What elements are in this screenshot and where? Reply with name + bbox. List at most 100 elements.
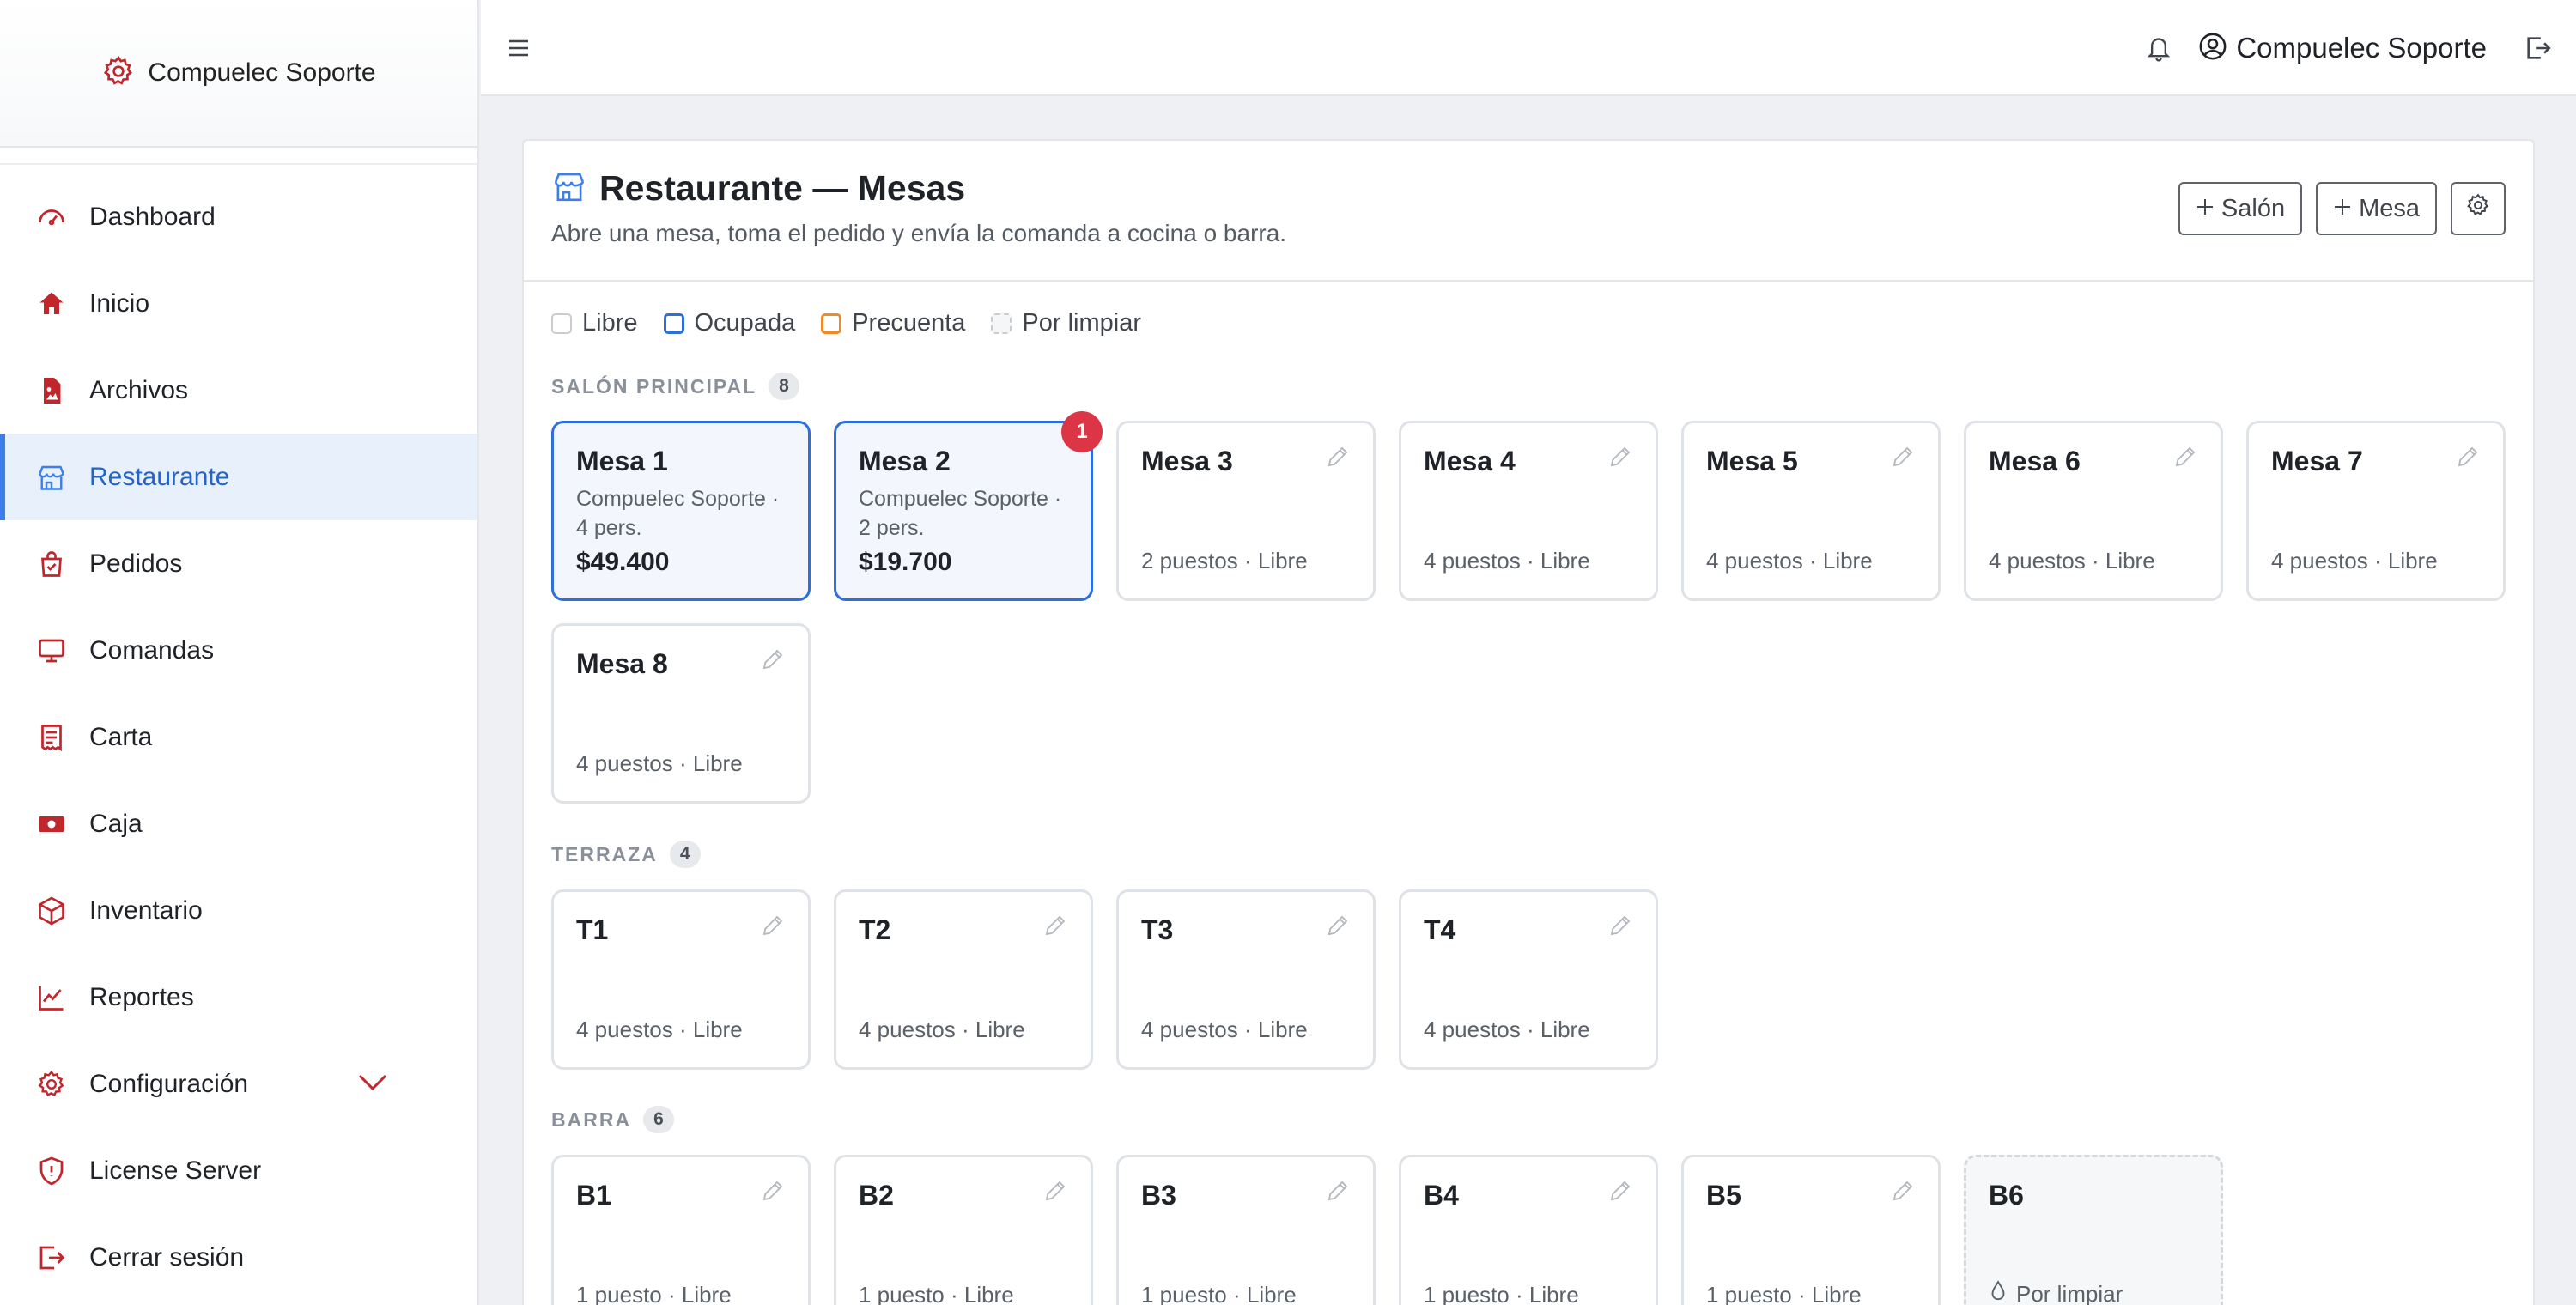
sidebar-item-label: Inicio <box>89 288 150 318</box>
section-count: 4 <box>669 841 701 868</box>
brand[interactable]: Compuelec Soporte <box>0 0 477 148</box>
chevron-down-icon[interactable] <box>357 1071 388 1096</box>
table-people: 4 pers. <box>576 516 642 540</box>
table-card-mesa-7[interactable]: Mesa 7 4 puestos · Libre <box>2246 421 2506 601</box>
table-name: Mesa 4 <box>1424 446 1516 476</box>
sidebar-item-label: Restaurante <box>89 462 230 491</box>
section-title: SALÓN PRINCIPAL <box>551 374 757 398</box>
table-info: 4 puestos · Libre <box>859 1017 1025 1042</box>
pencil-icon[interactable] <box>760 913 787 940</box>
table-card-t2[interactable]: T2 4 puestos · Libre <box>834 889 1093 1070</box>
topbar: Compuelec Soporte <box>481 0 2576 96</box>
pencil-icon[interactable] <box>1042 1178 1070 1205</box>
table-name: Mesa 3 <box>1141 446 1233 476</box>
table-card-b5[interactable]: B5 1 puesto · Libre <box>1681 1155 1941 1305</box>
add-mesa-button[interactable]: Mesa <box>2316 182 2437 235</box>
sidebar-item-caja[interactable]: Caja <box>0 780 477 867</box>
sidebar-nav: Dashboard Inicio Archivos Restaurante Pe… <box>0 173 477 1301</box>
table-card-b4[interactable]: B4 1 puesto · Libre <box>1399 1155 1658 1305</box>
pencil-icon[interactable] <box>1325 1178 1352 1205</box>
logout-icon[interactable] <box>2521 31 2555 65</box>
table-card-mesa-5[interactable]: Mesa 5 4 puestos · Libre <box>1681 421 1941 601</box>
tables-grid-salon-principal: Mesa 1 Compuelec Soporte · 4 pers. $49.4… <box>551 411 2506 804</box>
table-card-t4[interactable]: T4 4 puestos · Libre <box>1399 889 1658 1070</box>
menu-toggle-icon[interactable] <box>503 33 534 64</box>
table-info: 4 puestos · Libre <box>576 750 743 776</box>
table-customer: Compuelec Soporte · <box>859 487 1062 511</box>
status-legend: Libre Ocupada Precuenta Por limpiar <box>551 309 1141 337</box>
swatch-precuenta <box>821 313 842 334</box>
table-card-mesa-1[interactable]: Mesa 1 Compuelec Soporte · 4 pers. $49.4… <box>551 421 811 601</box>
sidebar-item-comandas[interactable]: Comandas <box>0 607 477 694</box>
table-info: 2 puestos · Libre <box>1141 548 1308 574</box>
pencil-icon[interactable] <box>1890 444 1917 471</box>
pencil-icon[interactable] <box>1607 444 1635 471</box>
swatch-libre <box>551 313 572 334</box>
sidebar-item-inicio[interactable]: Inicio <box>0 260 477 347</box>
pencil-icon[interactable] <box>760 646 787 674</box>
sidebar-item-inventario[interactable]: Inventario <box>0 867 477 954</box>
table-card-mesa-8[interactable]: Mesa 8 4 puestos · Libre <box>551 623 811 804</box>
table-card-mesa-4[interactable]: Mesa 4 4 puestos · Libre <box>1399 421 1658 601</box>
sidebar-item-pedidos[interactable]: Pedidos <box>0 520 477 607</box>
table-card-b3[interactable]: B3 1 puesto · Libre <box>1116 1155 1376 1305</box>
main-card: Restaurante — Mesas Abre una mesa, toma … <box>522 139 2535 1305</box>
sidebar-item-label: Configuración <box>89 1069 249 1098</box>
logout-icon <box>34 1241 69 1275</box>
pencil-icon[interactable] <box>1607 1178 1635 1205</box>
table-info: 4 puestos · Libre <box>1989 548 2155 574</box>
user-name: Compuelec Soporte <box>2236 32 2487 64</box>
section-header-barra: BARRA 6 <box>551 1106 674 1133</box>
legend-label: Libre <box>582 309 638 337</box>
sidebar-item-archivos[interactable]: Archivos <box>0 347 477 434</box>
table-card-mesa-2[interactable]: Mesa 2 Compuelec Soporte · 2 pers. $19.7… <box>834 411 1103 601</box>
table-card-b2[interactable]: B2 1 puesto · Libre <box>834 1155 1093 1305</box>
pencil-icon[interactable] <box>1042 913 1070 940</box>
bag-check-icon <box>34 547 69 581</box>
legend-label: Ocupada <box>694 309 796 337</box>
pencil-icon[interactable] <box>1890 1178 1917 1205</box>
sidebar-item-cerrar-sesion[interactable]: Cerrar sesión <box>0 1214 477 1301</box>
sidebar-item-configuracion[interactable]: Configuración <box>0 1041 477 1127</box>
sidebar-item-label: Caja <box>89 809 143 838</box>
pencil-icon[interactable] <box>760 1178 787 1205</box>
table-card-t1[interactable]: T1 4 puestos · Libre <box>551 889 811 1070</box>
gauge-icon <box>34 200 69 234</box>
legend-label: Por limpiar <box>1022 309 1141 337</box>
receipt-icon <box>34 720 69 755</box>
sidebar-item-reportes[interactable]: Reportes <box>0 954 477 1041</box>
user-menu[interactable]: Compuelec Soporte <box>2198 32 2487 65</box>
pencil-icon[interactable] <box>1325 913 1352 940</box>
user-circle-icon <box>2198 32 2227 65</box>
section-header-terraza: TERRAZA 4 <box>551 841 701 868</box>
settings-button[interactable] <box>2451 182 2506 235</box>
table-name: B1 <box>576 1180 611 1211</box>
pencil-icon[interactable] <box>1607 913 1635 940</box>
table-name: B4 <box>1424 1180 1459 1211</box>
sidebar-item-carta[interactable]: Carta <box>0 694 477 780</box>
sidebar-item-license-server[interactable]: License Server <box>0 1127 477 1214</box>
table-card-mesa-3[interactable]: Mesa 3 2 puestos · Libre <box>1116 421 1376 601</box>
table-card-b1[interactable]: B1 1 puesto · Libre <box>551 1155 811 1305</box>
section-count: 8 <box>769 373 799 400</box>
sidebar-item-label: Pedidos <box>89 549 183 578</box>
table-card-mesa-6[interactable]: Mesa 6 4 puestos · Libre <box>1964 421 2223 601</box>
home-icon <box>34 287 69 321</box>
sidebar-item-dashboard[interactable]: Dashboard <box>0 173 477 260</box>
table-name: Mesa 1 <box>576 446 668 476</box>
table-card-b6[interactable]: B6 Por limpiar <box>1964 1155 2223 1305</box>
table-card-t3[interactable]: T3 4 puestos · Libre <box>1116 889 1376 1070</box>
table-name: B3 <box>1141 1180 1176 1211</box>
sidebar-item-label: Archivos <box>89 375 189 404</box>
pencil-icon[interactable] <box>2455 444 2482 471</box>
table-name: B2 <box>859 1180 894 1211</box>
add-salon-button[interactable]: Salón <box>2178 182 2303 235</box>
section-title: BARRA <box>551 1108 632 1131</box>
pencil-icon[interactable] <box>2172 444 2200 471</box>
swatch-ocupada <box>663 313 684 334</box>
sidebar-item-restaurante[interactable]: Restaurante <box>0 434 477 520</box>
table-name: T3 <box>1141 914 1174 945</box>
swatch-por-limpiar <box>991 313 1012 334</box>
pencil-icon[interactable] <box>1325 444 1352 471</box>
bell-icon[interactable] <box>2142 31 2176 65</box>
